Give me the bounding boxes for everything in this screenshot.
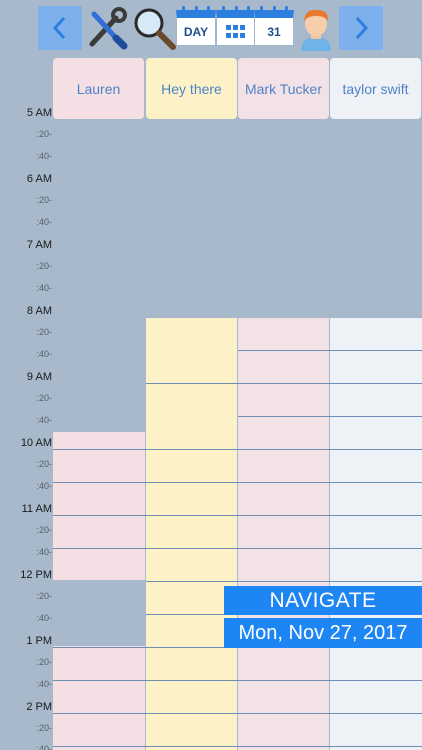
time-minute-label: :40- [36, 744, 52, 750]
grid-line [238, 350, 422, 351]
time-label: 10 AM [20, 437, 52, 449]
availability-block-lauren[interactable] [53, 432, 145, 580]
time-minute-label: :40- [36, 481, 52, 491]
time-minute-label: :40- [36, 349, 52, 359]
time-minute-label: :40- [36, 283, 52, 293]
time-label: 11 AM [21, 503, 52, 515]
time-label: 1 PM [26, 635, 52, 647]
grid-line [53, 713, 422, 714]
grid-line [53, 449, 422, 450]
time-label: 7 AM [26, 239, 52, 251]
time-minute-label: :20- [36, 723, 52, 733]
time-minute-label: :40- [36, 415, 52, 425]
time-minute-label: :20- [36, 459, 52, 469]
time-minute-label: :40- [36, 547, 52, 557]
grid-line [238, 416, 422, 417]
time-minute-label: :20- [36, 129, 52, 139]
time-minute-label: :20- [36, 591, 52, 601]
date-picker-button[interactable]: Mon, Nov 27, 2017 [224, 618, 422, 648]
grid-line [146, 383, 422, 384]
time-label: 9 AM [26, 371, 52, 383]
time-minute-label: :40- [36, 613, 52, 623]
grid-line [146, 581, 422, 582]
time-label: 8 AM [26, 305, 52, 317]
grid-line [53, 746, 422, 747]
time-label: 6 AM [26, 173, 52, 185]
availability-block-lauren[interactable] [53, 646, 145, 750]
grid-line [53, 680, 422, 681]
time-minute-label: :40- [36, 679, 52, 689]
time-label: 12 PM [20, 569, 52, 581]
time-minute-label: :20- [36, 261, 52, 271]
grid-line [53, 548, 422, 549]
grid-line [53, 515, 422, 516]
grid-line [53, 482, 422, 483]
time-minute-label: :40- [36, 151, 52, 161]
time-minute-label: :40- [36, 217, 52, 227]
time-label: 5 AM [26, 107, 52, 119]
time-minute-label: :20- [36, 327, 52, 337]
navigate-button[interactable]: NAVIGATE [224, 586, 422, 615]
time-minute-label: :20- [36, 195, 52, 205]
time-minute-label: :20- [36, 525, 52, 535]
time-minute-label: :20- [36, 657, 52, 667]
time-minute-label: :20- [36, 393, 52, 403]
time-label: 2 PM [26, 701, 52, 713]
